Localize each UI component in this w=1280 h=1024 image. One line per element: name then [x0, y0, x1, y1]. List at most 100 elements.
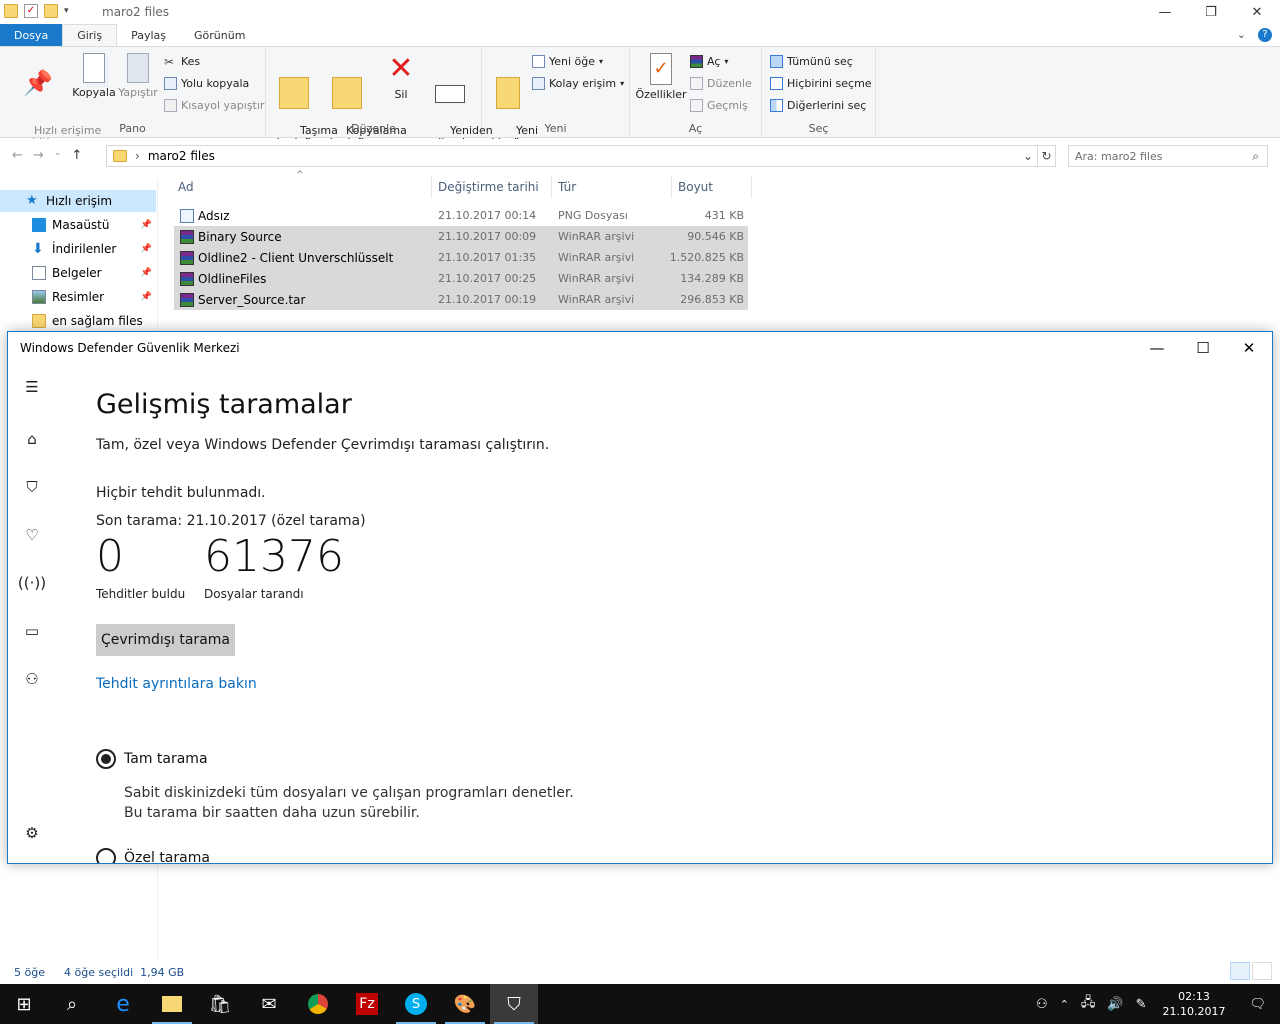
refresh-icon[interactable]: ↻ [1038, 145, 1056, 167]
select-none-button[interactable]: Hiçbirini seçme [770, 77, 872, 90]
file-row[interactable]: Server_Source.tar 21.10.2017 00:19 WinRA… [174, 289, 748, 310]
close-button[interactable]: ✕ [1226, 332, 1272, 363]
nav-item-downloads[interactable]: ⬇ İndirilenler 📌 [0, 238, 156, 260]
copy-button[interactable]: Kopyala [72, 53, 116, 99]
home-icon[interactable]: ⌂ [22, 429, 42, 449]
ribbon-group-yeni: Yeni klasör Yeni öğe ▾ Kolay erişim ▾ Ye… [482, 47, 630, 149]
recent-chevron-icon[interactable]: ⌄ [54, 148, 62, 163]
file-row[interactable]: Oldline2 - Client Unverschlüsselt 21.10.… [174, 247, 748, 268]
filezilla-icon[interactable]: Fz [343, 984, 391, 1024]
custom-scan-label[interactable]: Özel tarama [124, 850, 210, 863]
settings-gear-icon[interactable]: ⚙ [22, 823, 42, 843]
clock[interactable]: 02:13 21.10.2017 [1153, 989, 1236, 1019]
action-center-icon[interactable]: 🗨 [1235, 997, 1280, 1012]
store-icon[interactable]: 🛍 [196, 984, 244, 1024]
network-icon[interactable]: 🖧 [1075, 993, 1102, 1015]
column-header-size[interactable]: Boyut [674, 176, 752, 198]
network-antenna-icon[interactable]: ((·)) [18, 573, 46, 593]
minimize-button[interactable]: — [1134, 332, 1180, 363]
tab-paylas[interactable]: Paylaş [117, 24, 180, 46]
file-date: 21.10.2017 00:19 [438, 293, 537, 306]
shield-icon[interactable]: ⛉ [22, 477, 42, 497]
chrome-icon[interactable] [294, 984, 342, 1024]
group-label-duzenle: Düzenle [351, 122, 396, 135]
restore-button[interactable]: ❐ [1188, 0, 1234, 24]
heart-health-icon[interactable]: ♡ [22, 525, 42, 545]
address-dropdown-icon[interactable]: ⌄ [1023, 149, 1033, 163]
edge-browser-icon[interactable]: e [99, 984, 147, 1024]
full-scan-radio[interactable] [96, 749, 116, 769]
threat-details-link[interactable]: Tehdit ayrıntılara bakın [96, 676, 257, 692]
pen-icon[interactable]: ✎ [1130, 997, 1153, 1012]
history-button[interactable]: Geçmiş [690, 99, 748, 112]
nav-item-quick-access[interactable]: ★ Hızlı erişim [0, 190, 156, 212]
file-name: Server_Source.tar [198, 293, 306, 307]
properties-button[interactable]: ✓ Özellikler [634, 53, 688, 101]
offline-scan-button[interactable]: Çevrimdışı tarama [96, 624, 235, 656]
properties-icon[interactable]: ✓ [24, 4, 38, 18]
folder-icon [4, 4, 18, 18]
custom-scan-radio[interactable] [96, 848, 116, 863]
full-scan-label[interactable]: Tam tarama [124, 751, 208, 767]
tab-dosya[interactable]: Dosya [0, 24, 63, 46]
paste-shortcut-button[interactable]: Kısayol yapıştır [164, 99, 264, 112]
hamburger-menu-icon[interactable]: ☰ [22, 377, 42, 397]
show-hidden-icons-icon[interactable]: ⌃ [1054, 998, 1075, 1011]
back-arrow-icon[interactable]: ← [12, 148, 23, 163]
chevron-down-icon[interactable]: ⌄ [1237, 28, 1246, 42]
address-input[interactable]: › maro2 files ⌄ [106, 145, 1038, 167]
maximize-button[interactable]: ☐ [1180, 332, 1226, 363]
family-icon[interactable]: ⚇ [22, 669, 42, 689]
search-input[interactable]: Ara: maro2 files ⌕ [1068, 145, 1268, 167]
volume-icon[interactable]: 🔊 [1101, 997, 1129, 1012]
nav-item-en-saglam-files[interactable]: en sağlam files [0, 310, 156, 332]
easy-access-icon [532, 77, 545, 90]
page-description: Tam, özel veya Windows Defender Çevrimdı… [96, 437, 550, 453]
minimize-button[interactable]: — [1142, 0, 1188, 24]
dropdown-arrow-icon: ▾ [599, 57, 604, 66]
new-item-button[interactable]: Yeni öğe ▾ [532, 55, 603, 68]
new-item-icon [532, 55, 545, 68]
cut-button[interactable]: ✂ Kes [164, 55, 200, 69]
select-all-button[interactable]: Tümünü seç [770, 55, 853, 68]
mail-icon[interactable]: ✉ [245, 984, 293, 1024]
nav-item-pictures[interactable]: Resimler 📌 [0, 286, 156, 308]
file-explorer-icon[interactable] [148, 984, 196, 1024]
tab-gorunum[interactable]: Görünüm [180, 24, 259, 46]
easy-access-button[interactable]: Kolay erişim ▾ [532, 77, 624, 90]
details-view-icon[interactable] [1230, 962, 1250, 980]
search-icon[interactable]: ⌕ [48, 984, 96, 1024]
copy-path-button[interactable]: Yolu kopyala [164, 77, 249, 90]
paint-icon[interactable]: 🎨 [441, 984, 489, 1024]
open-button[interactable]: Aç ▾ [690, 55, 728, 68]
start-windows-icon[interactable]: ⊞ [0, 984, 48, 1024]
edit-button[interactable]: Düzenle [690, 77, 752, 90]
nav-item-documents[interactable]: Belgeler 📌 [0, 262, 156, 284]
file-row[interactable]: OldlineFiles 21.10.2017 00:25 WinRAR arş… [174, 268, 748, 289]
forward-arrow-icon[interactable]: → [33, 148, 44, 163]
large-icons-view-icon[interactable] [1252, 962, 1272, 980]
column-header-date[interactable]: Değiştirme tarihi [434, 176, 552, 198]
item-count: 5 öğe [14, 966, 45, 979]
defender-shield-icon[interactable]: ⛉ [490, 984, 538, 1024]
browser-window-icon[interactable]: ▭ [22, 621, 42, 641]
breadcrumb-current[interactable]: maro2 files [148, 149, 215, 163]
column-header-type[interactable]: Tür [554, 176, 672, 198]
help-icon[interactable]: ? [1258, 28, 1272, 42]
column-header-name[interactable]: Ad [174, 176, 432, 198]
file-row[interactable]: Adsız 21.10.2017 00:14 PNG Dosyası 431 K… [174, 205, 748, 226]
up-arrow-icon[interactable]: ↑ [71, 148, 82, 163]
tab-giris[interactable]: Giriş [62, 24, 118, 46]
file-type: WinRAR arşivi [558, 251, 635, 264]
nav-item-desktop[interactable]: Masaüstü 📌 [0, 214, 156, 236]
paste-button[interactable]: Yapıştır [118, 53, 158, 99]
view-buttons [1230, 962, 1272, 980]
delete-button[interactable]: ✕ Sil [386, 53, 416, 101]
invert-selection-button[interactable]: Diğerlerini seç [770, 99, 866, 112]
people-icon[interactable]: ⚇ [1030, 997, 1054, 1012]
close-button[interactable]: ✕ [1234, 0, 1280, 24]
customize-toolbar-icon[interactable]: ▾ [64, 6, 69, 16]
new-folder-icon[interactable] [44, 4, 58, 18]
file-row[interactable]: Binary Source 21.10.2017 00:09 WinRAR ar… [174, 226, 748, 247]
skype-icon[interactable]: S [392, 984, 440, 1024]
